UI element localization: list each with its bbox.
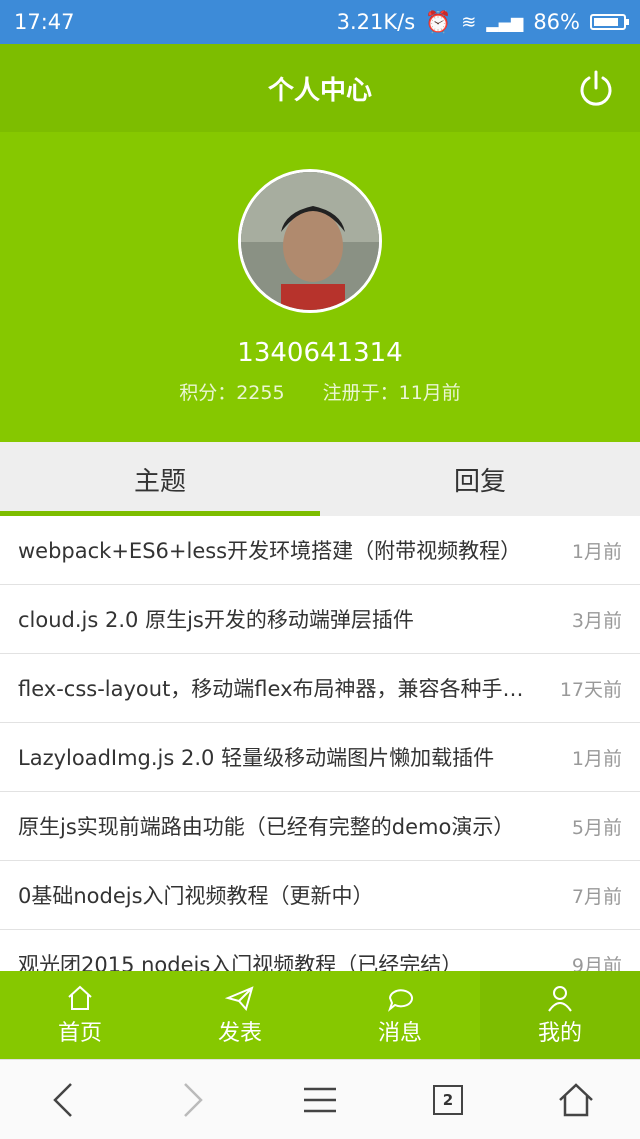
topic-title: 原生js实现前端路由功能（已经有完整的demo演示） bbox=[18, 815, 515, 839]
paper-plane-icon bbox=[225, 986, 254, 1012]
tab-bar: 主题 回复 bbox=[0, 442, 640, 516]
network-speed: 3.21K/s bbox=[336, 10, 416, 34]
topic-time: 7月前 bbox=[571, 885, 622, 908]
topic-time: 3月前 bbox=[571, 609, 622, 632]
list-item[interactable]: webpack+ES6+less开发环境搭建（附带视频教程） 1月前 bbox=[0, 516, 640, 585]
topic-time: 1月前 bbox=[571, 747, 622, 770]
list-item[interactable]: LazyloadImg.js 2.0 轻量级移动端图片懒加载插件 1月前 bbox=[0, 723, 640, 792]
points: 积分：2255 bbox=[179, 382, 285, 404]
bottom-nav: 首页 发表 消息 我的 bbox=[0, 971, 640, 1059]
nav-label: 消息 bbox=[377, 1021, 422, 1046]
battery-icon bbox=[590, 14, 629, 30]
list-item[interactable]: 0基础nodejs入门视频教程（更新中） 7月前 bbox=[0, 861, 640, 930]
home-browser-icon[interactable] bbox=[551, 1075, 601, 1125]
nav-label: 发表 bbox=[217, 1021, 262, 1046]
user-icon bbox=[548, 986, 572, 1012]
browser-toolbar: 2 bbox=[0, 1059, 640, 1139]
topic-title: LazyloadImg.js 2.0 轻量级移动端图片懒加载插件 bbox=[18, 746, 495, 770]
power-icon[interactable] bbox=[576, 68, 616, 108]
chat-bubble-icon bbox=[387, 989, 413, 1012]
nav-me[interactable]: 我的 bbox=[480, 971, 640, 1059]
forward-icon[interactable] bbox=[167, 1075, 217, 1125]
app-header: 个人中心 bbox=[0, 44, 640, 132]
topic-time: 1月前 bbox=[571, 540, 622, 563]
topic-title: webpack+ES6+less开发环境搭建（附带视频教程） bbox=[18, 539, 522, 563]
signal-icon: ▂▄▆ bbox=[486, 12, 524, 32]
topic-title: 观光团2015 nodejs入门视频教程（已经完结） bbox=[18, 953, 463, 971]
list-item[interactable]: flex-css-layout，移动端flex布局神器，兼容各种手机浏览器 17… bbox=[0, 654, 640, 723]
tabs-button[interactable]: 2 bbox=[423, 1075, 473, 1125]
alarm-icon: ⏰ bbox=[425, 9, 452, 34]
back-icon[interactable] bbox=[39, 1075, 89, 1125]
tab-count: 2 bbox=[433, 1084, 463, 1115]
topic-time: 9月前 bbox=[571, 954, 622, 972]
nav-messages[interactable]: 消息 bbox=[320, 971, 480, 1059]
topic-title: cloud.js 2.0 原生js开发的移动端弹层插件 bbox=[18, 608, 414, 632]
topic-time: 5月前 bbox=[571, 816, 622, 839]
list-item[interactable]: 观光团2015 nodejs入门视频教程（已经完结） 9月前 bbox=[0, 930, 640, 971]
topic-list: webpack+ES6+less开发环境搭建（附带视频教程） 1月前 cloud… bbox=[0, 516, 640, 971]
page-title: 个人中心 bbox=[267, 75, 372, 106]
menu-icon[interactable] bbox=[295, 1075, 345, 1125]
home-icon bbox=[68, 985, 92, 1010]
tab-replies[interactable]: 回复 bbox=[320, 442, 640, 516]
list-item[interactable]: 原生js实现前端路由功能（已经有完整的demo演示） 5月前 bbox=[0, 792, 640, 861]
nav-label: 我的 bbox=[537, 1021, 582, 1046]
list-item[interactable]: cloud.js 2.0 原生js开发的移动端弹层插件 3月前 bbox=[0, 585, 640, 654]
status-time: 17:47 bbox=[14, 10, 75, 34]
topic-title: flex-css-layout，移动端flex布局神器，兼容各种手机浏览器 bbox=[18, 677, 560, 701]
profile-section: 1340641314 积分：2255 注册于：11月前 bbox=[0, 132, 640, 442]
battery-text: 86% bbox=[533, 10, 580, 34]
nav-home[interactable]: 首页 bbox=[0, 971, 160, 1059]
topic-title: 0基础nodejs入门视频教程（更新中） bbox=[18, 884, 374, 908]
nav-post[interactable]: 发表 bbox=[160, 971, 320, 1059]
registered: 注册于：11月前 bbox=[322, 382, 461, 404]
nav-label: 首页 bbox=[57, 1021, 102, 1046]
avatar bbox=[238, 169, 382, 313]
profile-meta: 积分：2255 注册于：11月前 bbox=[0, 378, 640, 405]
status-bar: 17:47 3.21K/s ⏰ ≋ ▂▄▆ 86% bbox=[0, 0, 640, 44]
tab-topics[interactable]: 主题 bbox=[0, 442, 320, 516]
username: 1340641314 bbox=[237, 338, 403, 368]
wifi-icon: ≋ bbox=[461, 11, 477, 33]
topic-time: 17天前 bbox=[559, 678, 622, 701]
